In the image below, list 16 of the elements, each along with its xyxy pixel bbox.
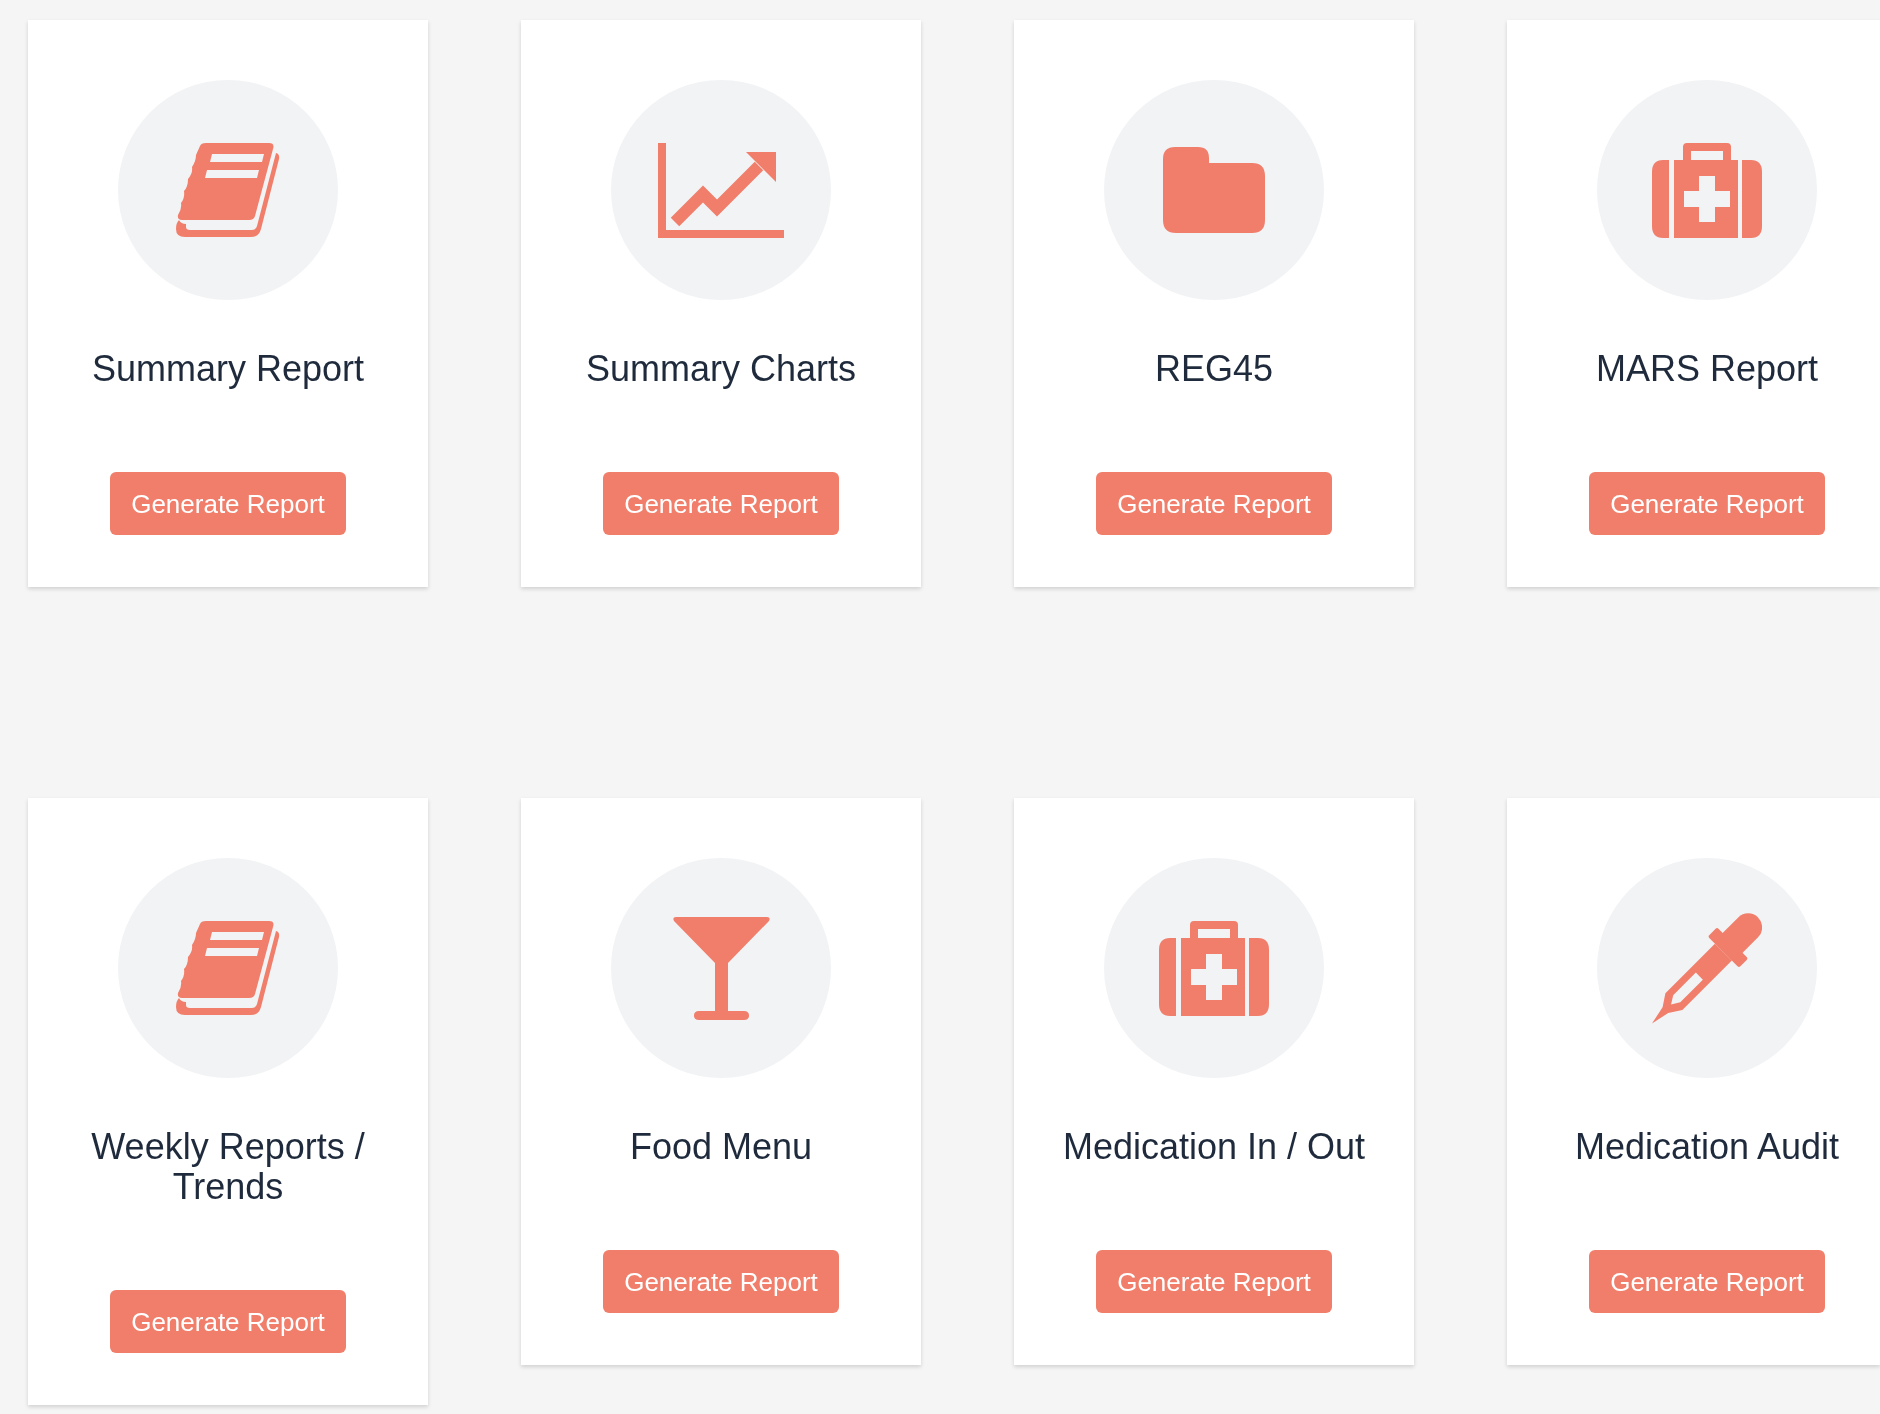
report-title: Summary Charts [584, 349, 858, 389]
generate-report-button[interactable]: Generate Report [1589, 1250, 1825, 1313]
report-title: Food Menu [628, 1127, 814, 1167]
report-title: Medication Audit [1573, 1127, 1841, 1167]
report-title: Weekly Reports / Trends [90, 1127, 366, 1207]
generate-report-button[interactable]: Generate Report [1096, 472, 1332, 535]
report-title: Medication In / Out [1061, 1127, 1367, 1167]
report-title: Summary Report [90, 349, 366, 389]
report-title: MARS Report [1594, 349, 1820, 389]
generate-report-button[interactable]: Generate Report [1096, 1250, 1332, 1313]
generate-report-button[interactable]: Generate Report [603, 1250, 839, 1313]
report-title: REG45 [1153, 349, 1275, 389]
generate-report-button[interactable]: Generate Report [110, 472, 346, 535]
generate-report-button[interactable]: Generate Report [1589, 472, 1825, 535]
generate-report-button[interactable]: Generate Report [603, 472, 839, 535]
generate-report-button[interactable]: Generate Report [110, 1290, 346, 1353]
